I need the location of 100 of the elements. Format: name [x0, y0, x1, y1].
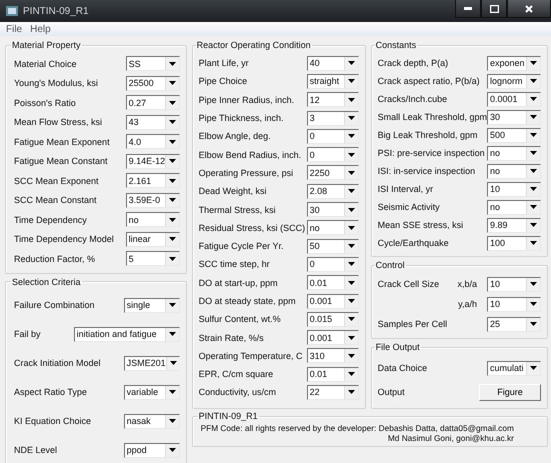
- dropdown[interactable]: 310: [306, 348, 359, 364]
- dropdown[interactable]: no: [487, 200, 541, 214]
- caret-icon: [348, 336, 355, 340]
- field-label: Pipe Choice: [198, 76, 248, 86]
- caret-icon: [348, 79, 355, 84]
- field-label: Small Leak Threshold, gpm: [378, 112, 487, 122]
- caret-icon: [168, 218, 176, 222]
- field-label: Operating Temperature, C: [198, 350, 302, 361]
- field-label: Time Dependency Model: [14, 234, 114, 244]
- dropdown[interactable]: 0.001: [306, 330, 359, 346]
- dropdown[interactable]: 50: [306, 238, 359, 254]
- caret-icon: [530, 282, 537, 286]
- field-label: Output: [378, 387, 405, 397]
- dropdown[interactable]: 10: [487, 182, 541, 196]
- dropdown[interactable]: 0.015: [306, 312, 359, 327]
- dropdown[interactable]: no: [487, 164, 541, 178]
- menu-item[interactable]: Help: [30, 24, 51, 34]
- dropdown[interactable]: 3: [306, 110, 359, 126]
- caret-icon: [530, 151, 537, 155]
- dropdown[interactable]: JSME201: [124, 356, 180, 370]
- field-label: EPR, C/cm square: [198, 369, 274, 380]
- field-label: Pipe Inner Radius, inch.: [198, 94, 294, 105]
- maximize-button[interactable]: [481, 0, 507, 18]
- dropdown[interactable]: 25: [487, 316, 541, 332]
- caret-icon: [168, 140, 176, 144]
- dropdown[interactable]: 2250: [306, 165, 359, 180]
- dropdown[interactable]: 500: [487, 128, 541, 142]
- dropdown[interactable]: ppod: [124, 442, 180, 458]
- dropdown[interactable]: 43: [126, 114, 180, 130]
- field-label: Reduction Factor, %: [14, 254, 96, 264]
- caret-icon: [348, 390, 355, 394]
- dropdown[interactable]: 25500: [126, 76, 180, 91]
- dropdown[interactable]: nasak: [124, 414, 180, 428]
- dropdown[interactable]: 9.89: [487, 218, 541, 232]
- close-button[interactable]: [507, 0, 551, 18]
- dropdown[interactable]: 30: [306, 202, 359, 218]
- dropdown[interactable]: 4.0: [126, 134, 180, 150]
- field-label: Strain Rate, %/s: [198, 332, 264, 343]
- field-label: Thermal Stress, ksi: [198, 204, 276, 215]
- dropdown[interactable]: 2.08: [306, 184, 359, 199]
- dropdown[interactable]: 10: [487, 276, 541, 292]
- field-label: Fatigue Cycle Per Yr.: [198, 241, 284, 252]
- dropdown[interactable]: 3.59E-0: [126, 192, 180, 208]
- field-label: Sulfur Content, wt.%: [198, 314, 281, 324]
- menu-item[interactable]: File: [6, 24, 22, 34]
- dropdown[interactable]: 9.14E-12: [126, 154, 180, 169]
- dropdown[interactable]: 10: [487, 296, 541, 312]
- caret-icon: [168, 178, 176, 183]
- caret-icon: [530, 366, 537, 370]
- dropdown[interactable]: no: [306, 220, 359, 236]
- group-title: PINTIN-09_R1: [198, 411, 259, 421]
- dropdown[interactable]: initiation and fatigue: [74, 326, 180, 342]
- caret-icon: [348, 354, 355, 358]
- dropdown[interactable]: 5: [126, 251, 180, 266]
- dropdown[interactable]: 0.27: [126, 95, 180, 110]
- caret-icon: [168, 62, 176, 66]
- field-label: Cycle/Earthquake: [378, 238, 449, 248]
- figure-button[interactable]: Figure: [479, 384, 541, 400]
- dropdown[interactable]: 22: [306, 384, 359, 400]
- field-label: Fatigue Mean Exponent: [14, 136, 110, 147]
- dropdown[interactable]: 0: [306, 256, 359, 272]
- caret-icon: [348, 61, 355, 66]
- dropdown[interactable]: exponen: [487, 56, 541, 70]
- dropdown[interactable]: 0.01: [306, 275, 359, 290]
- dropdown[interactable]: 40: [306, 56, 359, 71]
- dropdown[interactable]: 0.001: [306, 294, 359, 308]
- field-label: NDE Level: [14, 445, 58, 455]
- dropdown[interactable]: straight: [306, 74, 359, 89]
- minimize-icon: [464, 7, 472, 10]
- minimize-button[interactable]: [455, 0, 481, 18]
- dropdown[interactable]: lognorm: [487, 74, 541, 88]
- credits-text: Md Nasimul Goni, goni@khu.ac.kr: [388, 433, 514, 443]
- dropdown[interactable]: 2.161: [126, 173, 180, 188]
- dropdown[interactable]: no: [126, 212, 180, 228]
- group-title: Material Property: [11, 40, 82, 50]
- dropdown[interactable]: 0: [306, 128, 359, 144]
- dropdown[interactable]: 0.01: [306, 366, 359, 382]
- field-label: Time Dependency: [14, 214, 87, 225]
- dropdown[interactable]: SS: [126, 56, 180, 72]
- caret-icon: [348, 280, 355, 285]
- dropdown[interactable]: no: [487, 146, 541, 160]
- dropdown[interactable]: 0.0001: [487, 92, 541, 106]
- dropdown[interactable]: 30: [487, 110, 541, 124]
- field-label: Residual Stress, ksi (SCC): [198, 222, 306, 233]
- caret-icon: [348, 116, 355, 120]
- dropdown[interactable]: linear: [126, 232, 180, 247]
- window-title: PINTIN-09_R1: [23, 6, 89, 16]
- caret-icon: [348, 134, 355, 138]
- dropdown[interactable]: variable: [124, 384, 180, 400]
- dropdown[interactable]: cumulati: [487, 360, 541, 376]
- dropdown[interactable]: single: [124, 298, 180, 312]
- group-title: File Output: [374, 342, 421, 352]
- caret-icon: [169, 159, 176, 164]
- caret-icon: [530, 79, 537, 83]
- field-label: DO at steady state, ppm: [198, 296, 296, 306]
- dropdown[interactable]: 100: [487, 236, 541, 250]
- dropdown[interactable]: 12: [306, 92, 359, 108]
- field-label: Young's Modulus, ksi: [14, 78, 98, 88]
- field-label: Aspect Ratio Type: [14, 387, 87, 397]
- dropdown[interactable]: 0: [306, 147, 359, 162]
